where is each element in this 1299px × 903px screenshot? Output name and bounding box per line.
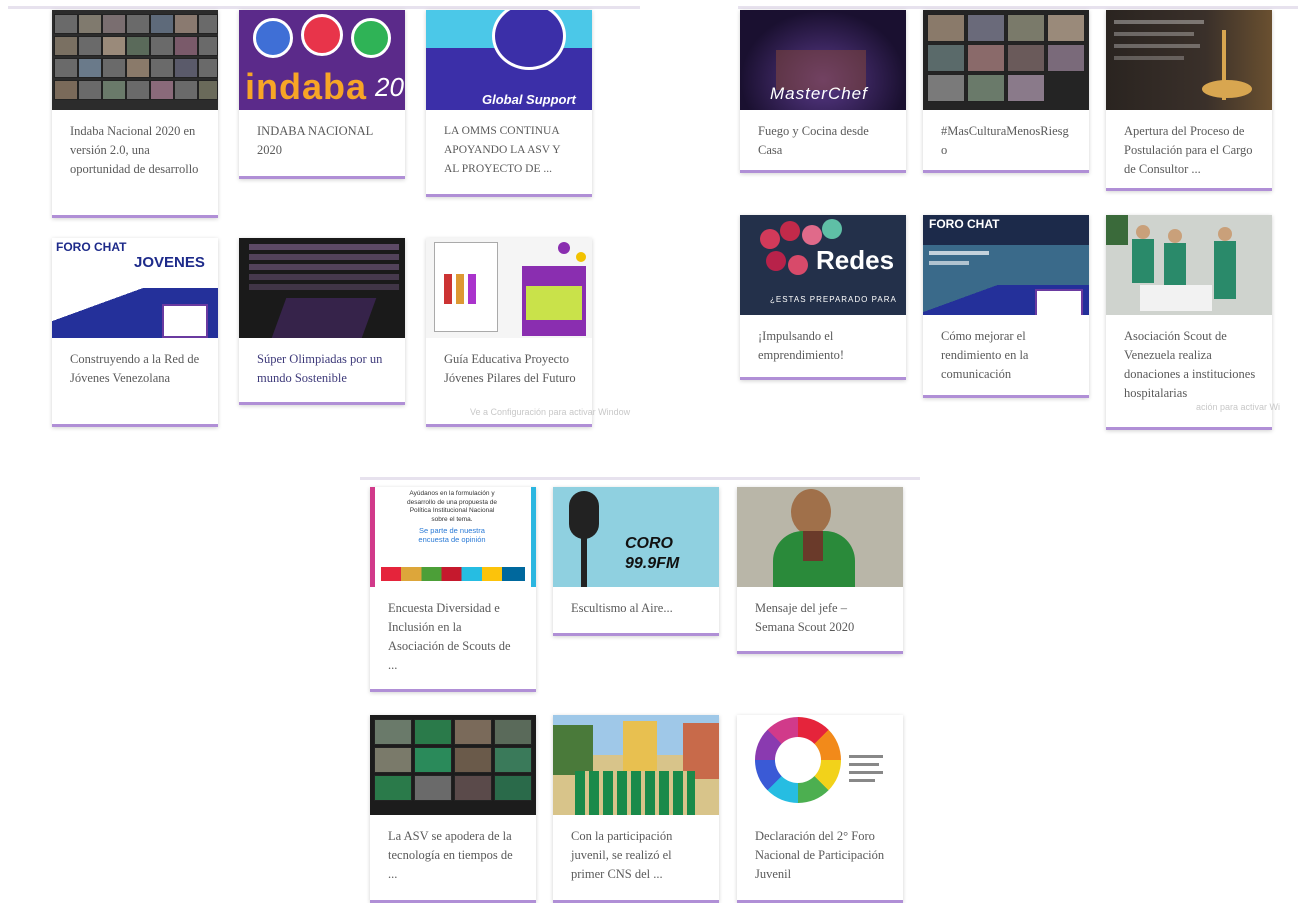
video-call-thumbnail	[923, 10, 1089, 110]
puzzle-head-icon	[492, 10, 566, 70]
redes-logo-text: Redes	[816, 245, 895, 275]
indaba-logo-text: indaba	[245, 66, 368, 107]
news-card[interactable]: FORO CHAT Cómo mejorar el rendimiento en…	[923, 215, 1089, 398]
foro-chat-thumbnail: FORO CHAT	[923, 215, 1089, 315]
donation-photo-thumbnail	[1106, 215, 1272, 315]
jovenes-label: JOVENES	[134, 254, 205, 271]
card-title[interactable]: LA OMMS CONTINUA APOYANDO LA ASV Y AL PR…	[426, 110, 592, 193]
card-title[interactable]: Mensaje del jefe – Semana Scout 2020	[737, 587, 903, 651]
windows-activation-watermark: ación para activar Wi	[1196, 402, 1281, 412]
card-title[interactable]: Apertura del Proceso de Postulación para…	[1106, 110, 1272, 193]
survey-line: Ayúdanos en la formulación y	[409, 490, 495, 497]
news-card[interactable]: Ayúdanos en la formulación y desarrollo …	[370, 487, 536, 692]
news-card[interactable]: Mensaje del jefe – Semana Scout 2020	[737, 487, 903, 654]
group-photo-thumbnail	[553, 715, 719, 815]
card-title[interactable]: La ASV se apodera de la tecnología en ti…	[370, 815, 536, 898]
news-card[interactable]: Súper Olimpiadas por un mundo Sostenible	[239, 238, 405, 405]
card-title[interactable]: Con la participación juvenil, se realizó…	[553, 815, 719, 898]
coro-label: CORO	[625, 535, 673, 552]
global-support-text: Global Support	[482, 92, 576, 107]
survey-line: desarrollo de una propuesta de	[407, 498, 497, 506]
panel-top-right: MasterChef Fuego y Cocina desde Casa #Ma…	[738, 6, 1298, 430]
foro-chat-label: FORO CHAT	[929, 217, 1000, 231]
redes-thumbnail: Redes ¿ESTAS PREPARADO PARA	[740, 215, 906, 315]
panel-divider	[8, 6, 640, 9]
olympics-thumbnail	[239, 238, 405, 338]
news-card[interactable]: Con la participación juvenil, se realizó…	[553, 715, 719, 903]
coro-frequency: 99.9FM	[625, 555, 680, 572]
survey-thumbnail: Ayúdanos en la formulación y desarrollo …	[370, 487, 536, 587]
news-card[interactable]: Declaración del 2° Foro Nacional de Part…	[737, 715, 903, 903]
masterchef-logo-text: MasterChef	[770, 84, 868, 103]
card-title[interactable]: INDABA NACIONAL 2020	[239, 110, 405, 174]
scout-leader-photo	[737, 487, 903, 587]
news-card[interactable]: Indaba Nacional 2020 en versión 2.0, una…	[52, 10, 218, 218]
card-title[interactable]: Encuesta Diversidad e Inclusión en la As…	[370, 587, 536, 689]
foro-chat-label: FORO CHAT	[56, 240, 127, 254]
panel-bottom-center: Ayúdanos en la formulación y desarrollo …	[360, 477, 920, 903]
whatsapp-icon	[351, 18, 391, 58]
news-card[interactable]: #MasCulturaMenosRiesgo	[923, 10, 1089, 173]
card-title[interactable]: Declaración del 2° Foro Nacional de Part…	[737, 815, 903, 898]
panel-top-left: Indaba Nacional 2020 en versión 2.0, una…	[8, 6, 640, 430]
foro-chat-thumbnail: FORO CHAT JOVENES	[52, 238, 218, 338]
panel-divider	[738, 6, 1298, 9]
card-title[interactable]: Fuego y Cocina desde Casa	[740, 110, 906, 174]
redes-subtitle: ¿ESTAS PREPARADO PARA	[770, 295, 897, 304]
video-icon	[253, 18, 293, 58]
instagram-icon	[301, 14, 343, 56]
global-support-thumbnail: Global Support	[426, 10, 592, 110]
microphone-icon	[569, 491, 599, 539]
news-card[interactable]: La ASV se apodera de la tecnología en ti…	[370, 715, 536, 903]
card-title[interactable]: Escultismo al Aire...	[553, 587, 719, 632]
video-call-thumbnail	[52, 10, 218, 110]
news-card[interactable]: CORO 99.9FM Escultismo al Aire...	[553, 487, 719, 636]
card-title[interactable]: Cómo mejorar el rendimiento en la comuni…	[923, 315, 1089, 398]
masterchef-thumbnail: MasterChef	[740, 10, 906, 110]
indaba-thumbnail: indaba 20	[239, 10, 405, 110]
card-title[interactable]: Indaba Nacional 2020 en versión 2.0, una…	[52, 110, 218, 193]
windows-activation-watermark: Ve a Configuración para activar Window	[470, 407, 631, 417]
foro-logo-thumbnail	[737, 715, 903, 815]
card-title[interactable]: Construyendo a la Red de Jóvenes Venezol…	[52, 338, 218, 402]
card-title[interactable]: #MasCulturaMenosRiesgo	[923, 110, 1089, 174]
panel-divider	[360, 477, 920, 480]
news-card[interactable]: Global Support LA OMMS CONTINUA APOYANDO…	[426, 10, 592, 197]
card-title[interactable]: Guía Educativa Proyecto Jóvenes Pilares …	[426, 338, 592, 402]
news-card[interactable]: FORO CHAT JOVENES Construyendo a la Red …	[52, 238, 218, 427]
news-card[interactable]: Redes ¿ESTAS PREPARADO PARA ¡Impulsando …	[740, 215, 906, 380]
guia-thumbnail	[426, 238, 592, 338]
indaba-year: 20	[375, 72, 404, 102]
card-title[interactable]: Súper Olimpiadas por un mundo Sostenible	[239, 338, 405, 402]
news-card[interactable]: Guía Educativa Proyecto Jóvenes Pilares …	[426, 238, 592, 427]
news-card[interactable]: Apertura del Proceso de Postulación para…	[1106, 10, 1272, 191]
news-card[interactable]: indaba 20 INDABA NACIONAL 2020	[239, 10, 405, 179]
news-card[interactable]: MasterChef Fuego y Cocina desde Casa	[740, 10, 906, 173]
justice-scale-thumbnail	[1106, 10, 1272, 110]
survey-line: Política Institucional Nacional	[409, 507, 495, 514]
video-call-thumbnail	[370, 715, 536, 815]
card-title[interactable]: ¡Impulsando el emprendimiento!	[740, 315, 906, 379]
survey-line: encuesta de opinión	[418, 534, 486, 544]
news-card[interactable]: Asociación Scout de Venezuela realiza do…	[1106, 215, 1272, 430]
survey-line: sobre el tema.	[431, 515, 473, 523]
radio-thumbnail: CORO 99.9FM	[553, 487, 719, 587]
